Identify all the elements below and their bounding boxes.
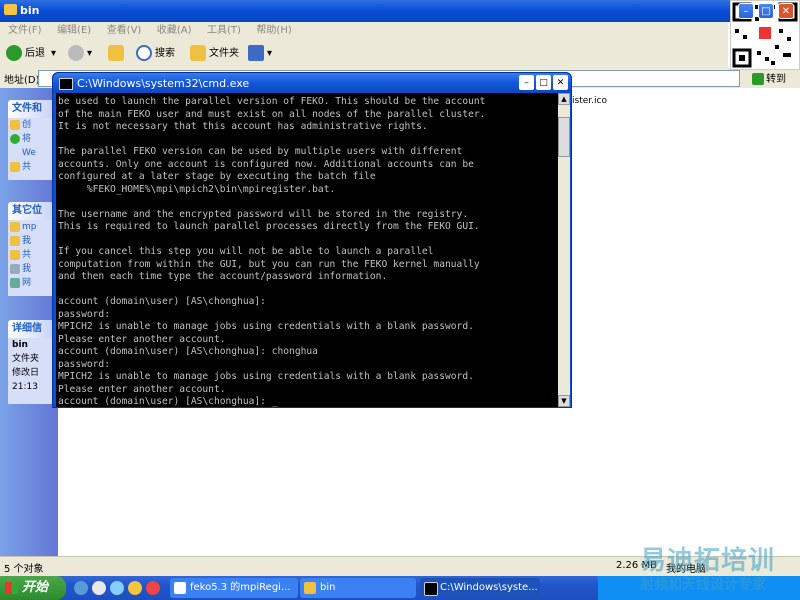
task-pane-header-details[interactable]: 详细信 [8, 320, 54, 338]
file-item[interactable]: ister.ico [572, 96, 607, 106]
shared-docs-icon [10, 250, 20, 260]
explorer-toolbar: 后退 ▾ ▾ 搜索 文件夹 ▾ [0, 40, 728, 69]
quick-launch-icon[interactable] [92, 581, 106, 595]
task-pane-item[interactable]: 网 [8, 276, 54, 290]
cmd-window[interactable]: C:\Windows\system32\cmd.exe – □ ✕ be use… [52, 72, 572, 408]
details-time: 21:13 [12, 382, 38, 392]
go-arrow-icon [752, 73, 764, 85]
menu-edit[interactable]: 编辑(E) [57, 22, 91, 40]
scroll-thumb[interactable] [558, 117, 570, 157]
explorer-menu-bar: 文件(F) 编辑(E) 查看(V) 收藏(A) 工具(T) 帮助(H) [0, 22, 728, 41]
console-output[interactable]: be used to launch the parallel version o… [56, 93, 558, 407]
folder-icon [10, 120, 20, 130]
network-icon [10, 278, 20, 288]
task-pane-header-file[interactable]: 文件和 [8, 100, 54, 118]
task-pane: 文件和 创 将 We 共 其它位 mp 我 共 我 网 详细信 bin 文件夹 … [0, 88, 58, 556]
menu-view[interactable]: 查看(V) [107, 22, 142, 40]
chevron-down-icon: ▾ [267, 48, 273, 59]
menu-help[interactable]: 帮助(H) [256, 22, 291, 40]
cmd-title: C:\Windows\system32\cmd.exe [77, 77, 250, 90]
quick-launch-ie-icon[interactable] [74, 581, 88, 595]
quick-launch-icon[interactable] [110, 581, 124, 595]
taskbar-item-cmd[interactable]: C:\Windows\syste... [420, 578, 540, 598]
watermark-logo-text: 易迪拓培训 [640, 546, 776, 576]
chevron-down-icon: ▾ [51, 48, 57, 59]
quick-launch-icon[interactable] [146, 581, 160, 595]
status-object-count: 5 个对象 [4, 564, 44, 575]
task-pane-item[interactable]: 我 [8, 262, 54, 276]
cmd-minimize-button[interactable]: – [519, 75, 534, 90]
address-label: 地址(D) [4, 75, 40, 86]
task-pane-item[interactable]: We [8, 146, 54, 160]
task-pane-section-details: bin 文件夹 修改日 21:13 [8, 338, 54, 404]
back-arrow-icon [6, 45, 22, 61]
console-icon [59, 78, 73, 90]
explorer-title: bin [20, 4, 40, 17]
details-name: bin [12, 340, 28, 350]
menu-favorites[interactable]: 收藏(A) [157, 22, 192, 40]
up-folder-button[interactable] [108, 44, 127, 64]
details-type: 文件夹 [12, 354, 40, 364]
explorer-minimize-button[interactable]: – [738, 3, 754, 19]
folder-icon [10, 222, 20, 232]
cmd-title-bar[interactable]: C:\Windows\system32\cmd.exe – □ ✕ [53, 73, 571, 93]
views-icon [248, 45, 264, 61]
folders-button[interactable]: 文件夹 [190, 44, 239, 64]
share-folder-icon [10, 162, 20, 172]
folder-up-icon [108, 45, 124, 61]
details-modified: 修改日 [12, 368, 40, 378]
windows-logo-icon [5, 582, 18, 594]
search-icon [136, 45, 152, 61]
task-pane-item[interactable]: 共 [8, 248, 54, 262]
back-button[interactable]: 后退 ▾ [6, 44, 56, 64]
menu-file[interactable]: 文件(F) [8, 22, 42, 40]
console-icon [424, 582, 438, 596]
explorer-close-button[interactable]: ✕ [778, 3, 794, 19]
task-pane-section-file: 创 将 We 共 [8, 118, 54, 180]
folders-icon [190, 45, 206, 61]
go-button[interactable]: 转到 [752, 70, 786, 85]
scroll-up-icon[interactable]: ▲ [558, 93, 570, 105]
browser-icon [174, 582, 186, 594]
task-pane-item[interactable]: 共 [8, 160, 54, 174]
explorer-title-bar[interactable]: bin [0, 0, 800, 22]
chevron-down-icon: ▾ [87, 48, 93, 59]
start-button[interactable]: 开始 [0, 576, 66, 600]
taskbar-item-bin[interactable]: bin [300, 578, 416, 598]
cmd-close-button[interactable]: ✕ [553, 75, 568, 90]
explorer-maximize-button[interactable]: □ [758, 3, 774, 19]
taskbar-item-feko[interactable]: feko5.3 的mpiRegi... [170, 578, 298, 598]
views-button[interactable]: ▾ [248, 44, 272, 64]
task-pane-item[interactable]: mp [8, 220, 54, 234]
globe-icon [10, 134, 20, 144]
cmd-maximize-button[interactable]: □ [536, 75, 551, 90]
console-scrollbar[interactable]: ▲ ▼ [558, 93, 570, 407]
task-pane-item[interactable]: 创 [8, 118, 54, 132]
menu-tools[interactable]: 工具(T) [207, 22, 241, 40]
task-pane-header-other[interactable]: 其它位 [8, 202, 54, 220]
search-button[interactable]: 搜索 [136, 44, 175, 64]
task-pane-item[interactable]: 将 [8, 132, 54, 146]
my-computer-icon [10, 264, 20, 274]
folder-icon [4, 4, 17, 15]
qq-icon[interactable] [128, 581, 142, 595]
forward-arrow-icon [68, 45, 84, 61]
console-text: be used to launch the parallel version o… [58, 96, 486, 407]
scroll-down-icon[interactable]: ▼ [558, 395, 570, 407]
task-pane-section-other: mp 我 共 我 网 [8, 220, 54, 296]
folder-icon [304, 582, 316, 594]
task-pane-item[interactable]: 我 [8, 234, 54, 248]
forward-button[interactable]: ▾ [68, 44, 92, 64]
watermark-slogan: 射频和天线设计专家 [640, 577, 766, 593]
my-documents-icon [10, 236, 20, 246]
